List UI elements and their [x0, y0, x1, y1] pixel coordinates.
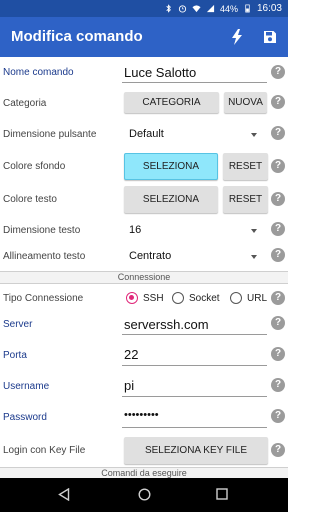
row-colore-sfondo: Colore sfondo SELEZIONA RESET ? [0, 150, 288, 181]
row-dimensione-pulsante: Dimensione pulsante Default ? [0, 119, 288, 150]
home-icon[interactable] [138, 488, 151, 501]
help-icon[interactable]: ? [271, 347, 285, 361]
back-icon[interactable] [58, 488, 70, 501]
help-icon[interactable]: ? [271, 65, 285, 79]
password-underline [122, 427, 267, 428]
row-username: Username pi ? [0, 372, 288, 403]
radio-socket[interactable] [172, 292, 184, 304]
help-icon[interactable]: ? [271, 126, 285, 140]
alarm-icon [178, 5, 187, 13]
allineamento-testo-label: Allineamento testo [3, 251, 86, 262]
section-connessione: Connessione [0, 271, 288, 284]
nuova-categoria-button[interactable]: NUOVA [224, 92, 267, 113]
row-porta: Porta 22 ? [0, 341, 288, 372]
porta-input[interactable]: 22 [124, 347, 138, 362]
flash-button[interactable] [227, 27, 247, 47]
nome-comando-input[interactable]: Luce Salotto [124, 65, 196, 80]
battery-percent: 44% [219, 3, 238, 14]
colore-testo-label: Colore testo [3, 194, 57, 205]
row-password: Password ••••••••• ? [0, 403, 288, 434]
help-icon[interactable]: ? [271, 159, 285, 173]
radio-socket-label[interactable]: Socket [189, 293, 220, 304]
row-allineamento-testo: Allineamento testo Centrato ? [0, 243, 288, 274]
tipo-connessione-label: Tipo Connessione [3, 293, 84, 304]
row-colore-testo: Colore testo SELEZIONA RESET ? [0, 185, 288, 216]
key-file-label: Login con Key File [3, 445, 86, 456]
wifi-icon [192, 5, 201, 13]
password-label: Password [3, 412, 47, 423]
dimensione-testo-spinner[interactable]: 16 [129, 224, 141, 236]
dimensione-pulsante-label: Dimensione pulsante [3, 129, 97, 140]
username-input[interactable]: pi [124, 378, 134, 393]
allineamento-testo-spinner[interactable]: Centrato [129, 250, 171, 262]
radio-ssh-label[interactable]: SSH [143, 293, 164, 304]
colore-testo-reset-button[interactable]: RESET [223, 186, 268, 213]
help-icon[interactable]: ? [271, 95, 285, 109]
server-input[interactable]: serverssh.com [124, 317, 209, 332]
row-nome-comando: Nome comando Luce Salotto ? [0, 57, 288, 88]
navigation-bar [0, 478, 288, 512]
bluetooth-icon [166, 4, 171, 13]
colore-sfondo-seleziona-button[interactable]: SELEZIONA [124, 153, 218, 180]
clock: 16:03 [256, 3, 282, 14]
flash-icon [232, 29, 242, 45]
chevron-down-icon[interactable] [251, 255, 257, 259]
help-icon[interactable]: ? [271, 443, 285, 457]
seleziona-key-file-button[interactable]: SELEZIONA KEY FILE [124, 437, 268, 464]
chevron-down-icon[interactable] [251, 133, 257, 137]
server-underline [122, 334, 267, 335]
categoria-button[interactable]: CATEGORIA [124, 92, 219, 113]
help-icon[interactable]: ? [271, 248, 285, 262]
dimensione-pulsante-spinner[interactable]: Default [129, 128, 164, 140]
colore-sfondo-reset-button[interactable]: RESET [223, 153, 268, 180]
status-icons: 44% 16:03 [164, 3, 282, 14]
radio-url[interactable] [230, 292, 242, 304]
radio-url-label[interactable]: URL [247, 293, 267, 304]
username-underline [122, 396, 267, 397]
status-bar: 44% 16:03 [0, 0, 288, 17]
signal-icon [206, 4, 215, 13]
help-icon[interactable]: ? [271, 316, 285, 330]
help-icon[interactable]: ? [271, 192, 285, 206]
help-icon[interactable]: ? [271, 409, 285, 423]
porta-label: Porta [3, 350, 27, 361]
help-icon[interactable]: ? [271, 222, 285, 236]
row-server: Server serverssh.com ? [0, 310, 288, 341]
row-key-file: Login con Key File SELEZIONA KEY FILE ? [0, 435, 288, 466]
save-icon [264, 31, 276, 43]
save-button[interactable] [260, 27, 280, 47]
help-icon[interactable]: ? [271, 291, 285, 305]
radio-ssh[interactable] [126, 292, 138, 304]
dimensione-testo-label: Dimensione testo [3, 225, 81, 236]
server-label: Server [3, 319, 33, 330]
battery-icon [245, 4, 250, 13]
recents-icon[interactable] [216, 488, 228, 500]
colore-testo-seleziona-button[interactable]: SELEZIONA [124, 186, 218, 213]
row-categoria: Categoria CATEGORIA NUOVA ? [0, 88, 288, 119]
nome-comando-label: Nome comando [3, 67, 74, 78]
username-label: Username [3, 381, 50, 392]
chevron-down-icon[interactable] [251, 229, 257, 233]
nome-comando-underline [122, 82, 267, 83]
page-title: Modifica comando [11, 28, 143, 45]
password-input[interactable]: ••••••••• [124, 409, 159, 421]
colore-sfondo-label: Colore sfondo [3, 161, 66, 172]
help-icon[interactable]: ? [271, 378, 285, 392]
porta-underline [122, 365, 267, 366]
categoria-label: Categoria [3, 98, 47, 109]
app-bar: Modifica comando [0, 17, 288, 57]
